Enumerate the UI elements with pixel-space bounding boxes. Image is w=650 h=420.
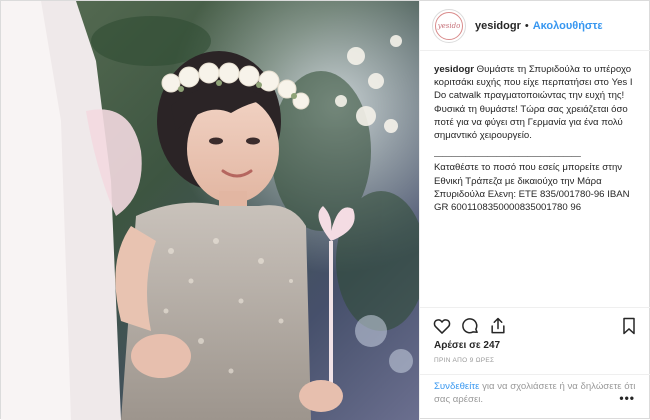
post-header: yesido yesidogr • Ακολουθήστε xyxy=(420,1,650,51)
comment-prompt: Συνδεθείτε για να σχολιάσετε ή να δηλώσε… xyxy=(420,374,650,406)
caption-divider: _________________________________ xyxy=(434,148,581,158)
likes-count[interactable]: Αρέσει σε 247 xyxy=(434,340,500,351)
photo-illustration xyxy=(1,1,419,420)
comment-icon[interactable] xyxy=(460,316,480,336)
caption-bank-details: Καταθέστε το ποσό που εσείς μπορείτε στη… xyxy=(434,162,630,214)
share-icon[interactable] xyxy=(488,316,508,336)
caption-username[interactable]: yesidogr xyxy=(434,64,474,75)
avatar-logo: yesido xyxy=(435,11,463,40)
post-caption: yesidogr Θυμάστε τη Σπυριδούλα το υπέροχ… xyxy=(420,51,650,214)
avatar[interactable]: yesido xyxy=(432,8,466,43)
post-sidebar: yesido yesidogr • Ακολουθήστε yesidogr Θ… xyxy=(419,1,650,420)
login-link[interactable]: Συνδεθείτε xyxy=(434,381,479,392)
header-separator: • xyxy=(524,19,529,32)
heart-icon[interactable] xyxy=(432,316,452,336)
caption-paragraph: yesidogr Θυμάστε τη Σπυριδούλα το υπέροχ… xyxy=(434,63,639,142)
bookmark-icon[interactable] xyxy=(619,316,639,336)
header-username[interactable]: yesidogr xyxy=(475,20,521,32)
caption-text: Θυμάστε τη Σπυριδούλα το υπέροχο κοριτσά… xyxy=(434,64,633,142)
follow-button[interactable]: Ακολουθήστε xyxy=(533,20,603,32)
more-options-icon[interactable]: ••• xyxy=(619,391,635,405)
instagram-post: yesido yesidogr • Ακολουθήστε yesidogr Θ… xyxy=(0,0,650,420)
post-photo[interactable] xyxy=(1,1,419,420)
action-bar xyxy=(420,307,650,337)
post-timestamp: ΠΡΙΝ ΑΠΟ 9 ΩΡΕΣ xyxy=(434,357,495,364)
